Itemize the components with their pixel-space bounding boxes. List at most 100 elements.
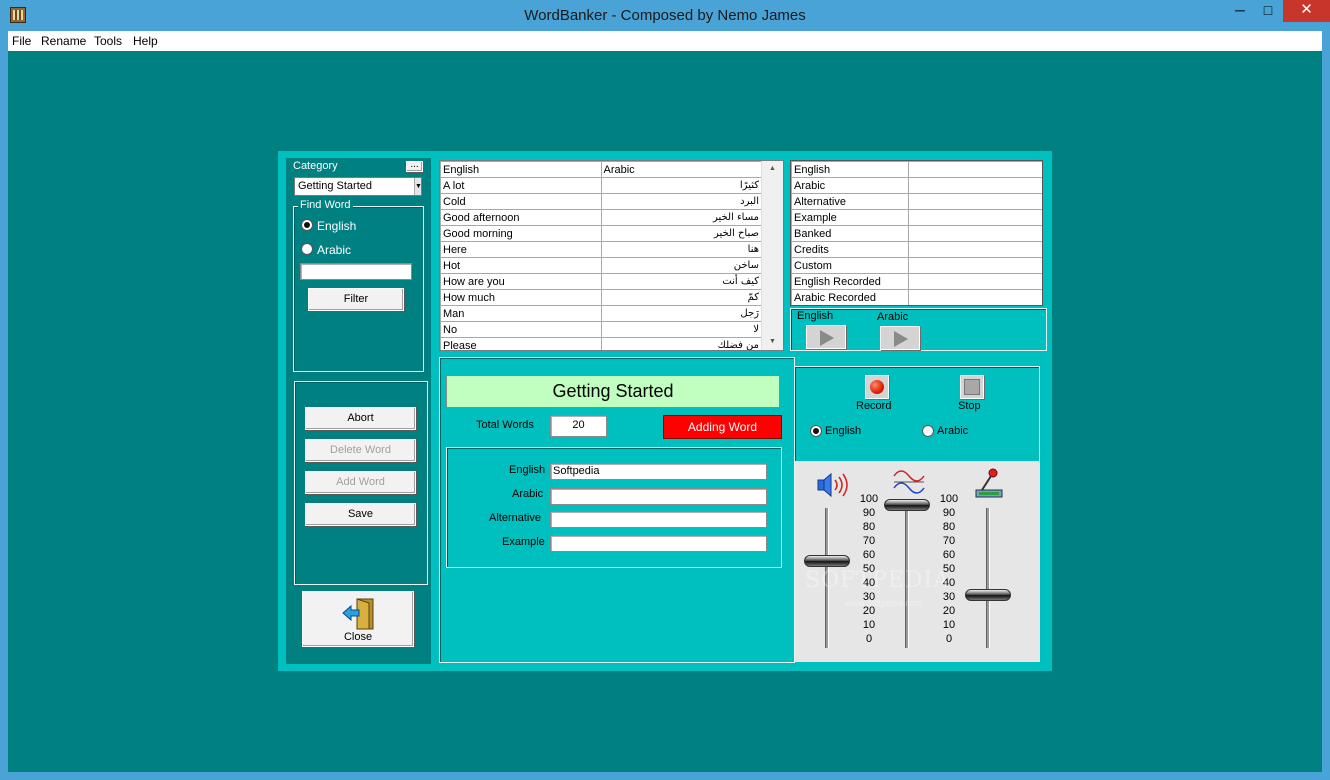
column-header[interactable]: Arabic <box>600 161 762 178</box>
detail-value[interactable] <box>908 225 1042 242</box>
scale-tick: 90 <box>862 507 876 519</box>
mic-slider-thumb[interactable] <box>965 588 1011 601</box>
arabic-cell[interactable]: صباح الخير <box>600 225 762 242</box>
table-row[interactable]: No لا <box>440 321 762 338</box>
delete-word-button[interactable]: Delete Word <box>305 439 416 462</box>
table-row[interactable]: How are you كيف أنت <box>440 273 762 290</box>
detail-value[interactable] <box>908 177 1042 194</box>
example-field[interactable] <box>550 535 767 552</box>
speaker-icon <box>817 472 848 498</box>
menu-tools[interactable]: Tools <box>94 34 122 48</box>
arabic-cell[interactable]: كمّ <box>600 289 762 306</box>
minimize-button[interactable]: ─ <box>1226 0 1254 22</box>
column-header[interactable]: English <box>440 161 602 178</box>
english-cell[interactable]: A lot <box>440 177 602 194</box>
find-english-radio[interactable] <box>301 219 313 231</box>
find-word-input[interactable] <box>300 263 412 280</box>
category-select[interactable]: Getting Started ▼ <box>294 177 422 196</box>
scroll-up-icon[interactable]: ▲ <box>762 161 783 177</box>
english-cell[interactable]: Please <box>440 337 602 350</box>
detail-label: Banked <box>791 225 909 242</box>
english-cell[interactable]: Good morning <box>440 225 602 242</box>
detail-row[interactable]: English <box>791 161 1042 178</box>
detail-value[interactable] <box>908 257 1042 274</box>
scroll-down-icon[interactable]: ▼ <box>762 334 783 350</box>
menu-rename[interactable]: Rename <box>41 34 86 48</box>
play-arabic-button[interactable] <box>880 326 920 350</box>
arabic-cell[interactable]: من فضلك <box>600 337 762 350</box>
chevron-down-icon[interactable]: ▼ <box>414 178 422 195</box>
detail-label: English <box>791 161 909 178</box>
scale-tick: 70 <box>862 535 876 547</box>
english-cell[interactable]: How are you <box>440 273 602 290</box>
table-row[interactable]: Good afternoon مساء الخير <box>440 209 762 226</box>
record-arabic-radio[interactable] <box>922 425 934 437</box>
detail-row[interactable]: Example <box>791 209 1042 226</box>
detail-row[interactable]: Alternative <box>791 193 1042 210</box>
stop-button[interactable] <box>960 375 984 399</box>
add-word-button[interactable]: Add Word <box>305 471 416 494</box>
table-row[interactable]: A lot كثيرًا <box>440 177 762 194</box>
word-details-table[interactable]: English Arabic Alternative Example Banked Cre… <box>790 160 1043 306</box>
table-row[interactable]: Cold البرد <box>440 193 762 210</box>
play-english-button[interactable] <box>806 325 846 349</box>
english-cell[interactable]: No <box>440 321 602 338</box>
english-cell[interactable]: Good afternoon <box>440 209 602 226</box>
english-cell[interactable]: Man <box>440 305 602 322</box>
english-cell[interactable]: Cold <box>440 193 602 210</box>
detail-row[interactable]: Credits <box>791 241 1042 258</box>
detail-value[interactable] <box>908 241 1042 258</box>
table-row[interactable]: Good morning صباح الخير <box>440 225 762 242</box>
save-button[interactable]: Save <box>305 503 416 526</box>
arabic-cell[interactable]: كيف أنت <box>600 273 762 290</box>
detail-row[interactable]: Arabic Recorded <box>791 289 1042 305</box>
detail-value[interactable] <box>908 161 1042 178</box>
menu-file[interactable]: File <box>12 34 31 48</box>
find-arabic-radio[interactable] <box>301 243 313 255</box>
filter-button[interactable]: Filter <box>308 288 404 311</box>
table-row[interactable]: Please من فضلك <box>440 337 762 350</box>
arabic-cell[interactable]: مساء الخير <box>600 209 762 226</box>
arabic-cell[interactable]: لا <box>600 321 762 338</box>
record-button[interactable] <box>865 375 889 399</box>
close-button[interactable]: Close <box>302 591 414 647</box>
arabic-cell[interactable]: كثيرًا <box>600 177 762 194</box>
arabic-cell[interactable]: ساخن <box>600 257 762 274</box>
detail-value[interactable] <box>908 273 1042 290</box>
detail-value[interactable] <box>908 193 1042 210</box>
category-more-button[interactable]: ... <box>406 160 423 172</box>
arabic-cell[interactable]: البرد <box>600 193 762 210</box>
english-field[interactable]: Softpedia <box>550 463 767 480</box>
detail-value[interactable] <box>908 209 1042 226</box>
menu-help[interactable]: Help <box>133 34 158 48</box>
arabic-cell[interactable]: رَجل <box>600 305 762 322</box>
table-row[interactable]: Man رَجل <box>440 305 762 322</box>
maximize-button[interactable]: □ <box>1254 0 1282 22</box>
detail-label: Arabic <box>791 177 909 194</box>
english-cell[interactable]: How much <box>440 289 602 306</box>
balance-slider-thumb[interactable] <box>884 499 930 511</box>
stop-icon <box>964 379 980 395</box>
table-row[interactable]: How much كمّ <box>440 289 762 306</box>
alternative-field[interactable] <box>550 511 767 528</box>
close-window-button[interactable]: ✕ <box>1283 0 1330 22</box>
detail-row[interactable]: Custom <box>791 257 1042 274</box>
abort-button[interactable]: Abort <box>305 407 416 430</box>
arabic-cell[interactable]: هنا <box>600 241 762 258</box>
word-list-scrollbar[interactable]: ▲ ▼ <box>761 161 783 350</box>
detail-row[interactable]: Arabic <box>791 177 1042 194</box>
arabic-field[interactable] <box>550 488 767 505</box>
record-english-radio[interactable] <box>810 425 822 437</box>
detail-value[interactable] <box>908 289 1042 305</box>
title-bar[interactable]: WordBanker - Composed by Nemo James ─ □ … <box>0 0 1330 31</box>
table-row[interactable]: Here هنا <box>440 241 762 258</box>
scale-tick: 100 <box>939 493 959 505</box>
table-row[interactable]: Hot ساخن <box>440 257 762 274</box>
mic-slider-track[interactable] <box>986 508 990 648</box>
english-cell[interactable]: Hot <box>440 257 602 274</box>
detail-row[interactable]: Banked <box>791 225 1042 242</box>
word-list-table[interactable]: English Arabic A lot كثيرًا Cold البرد Good af… <box>439 160 784 351</box>
detail-row[interactable]: English Recorded <box>791 273 1042 290</box>
english-cell[interactable]: Here <box>440 241 602 258</box>
volume-slider-thumb[interactable] <box>804 555 850 567</box>
